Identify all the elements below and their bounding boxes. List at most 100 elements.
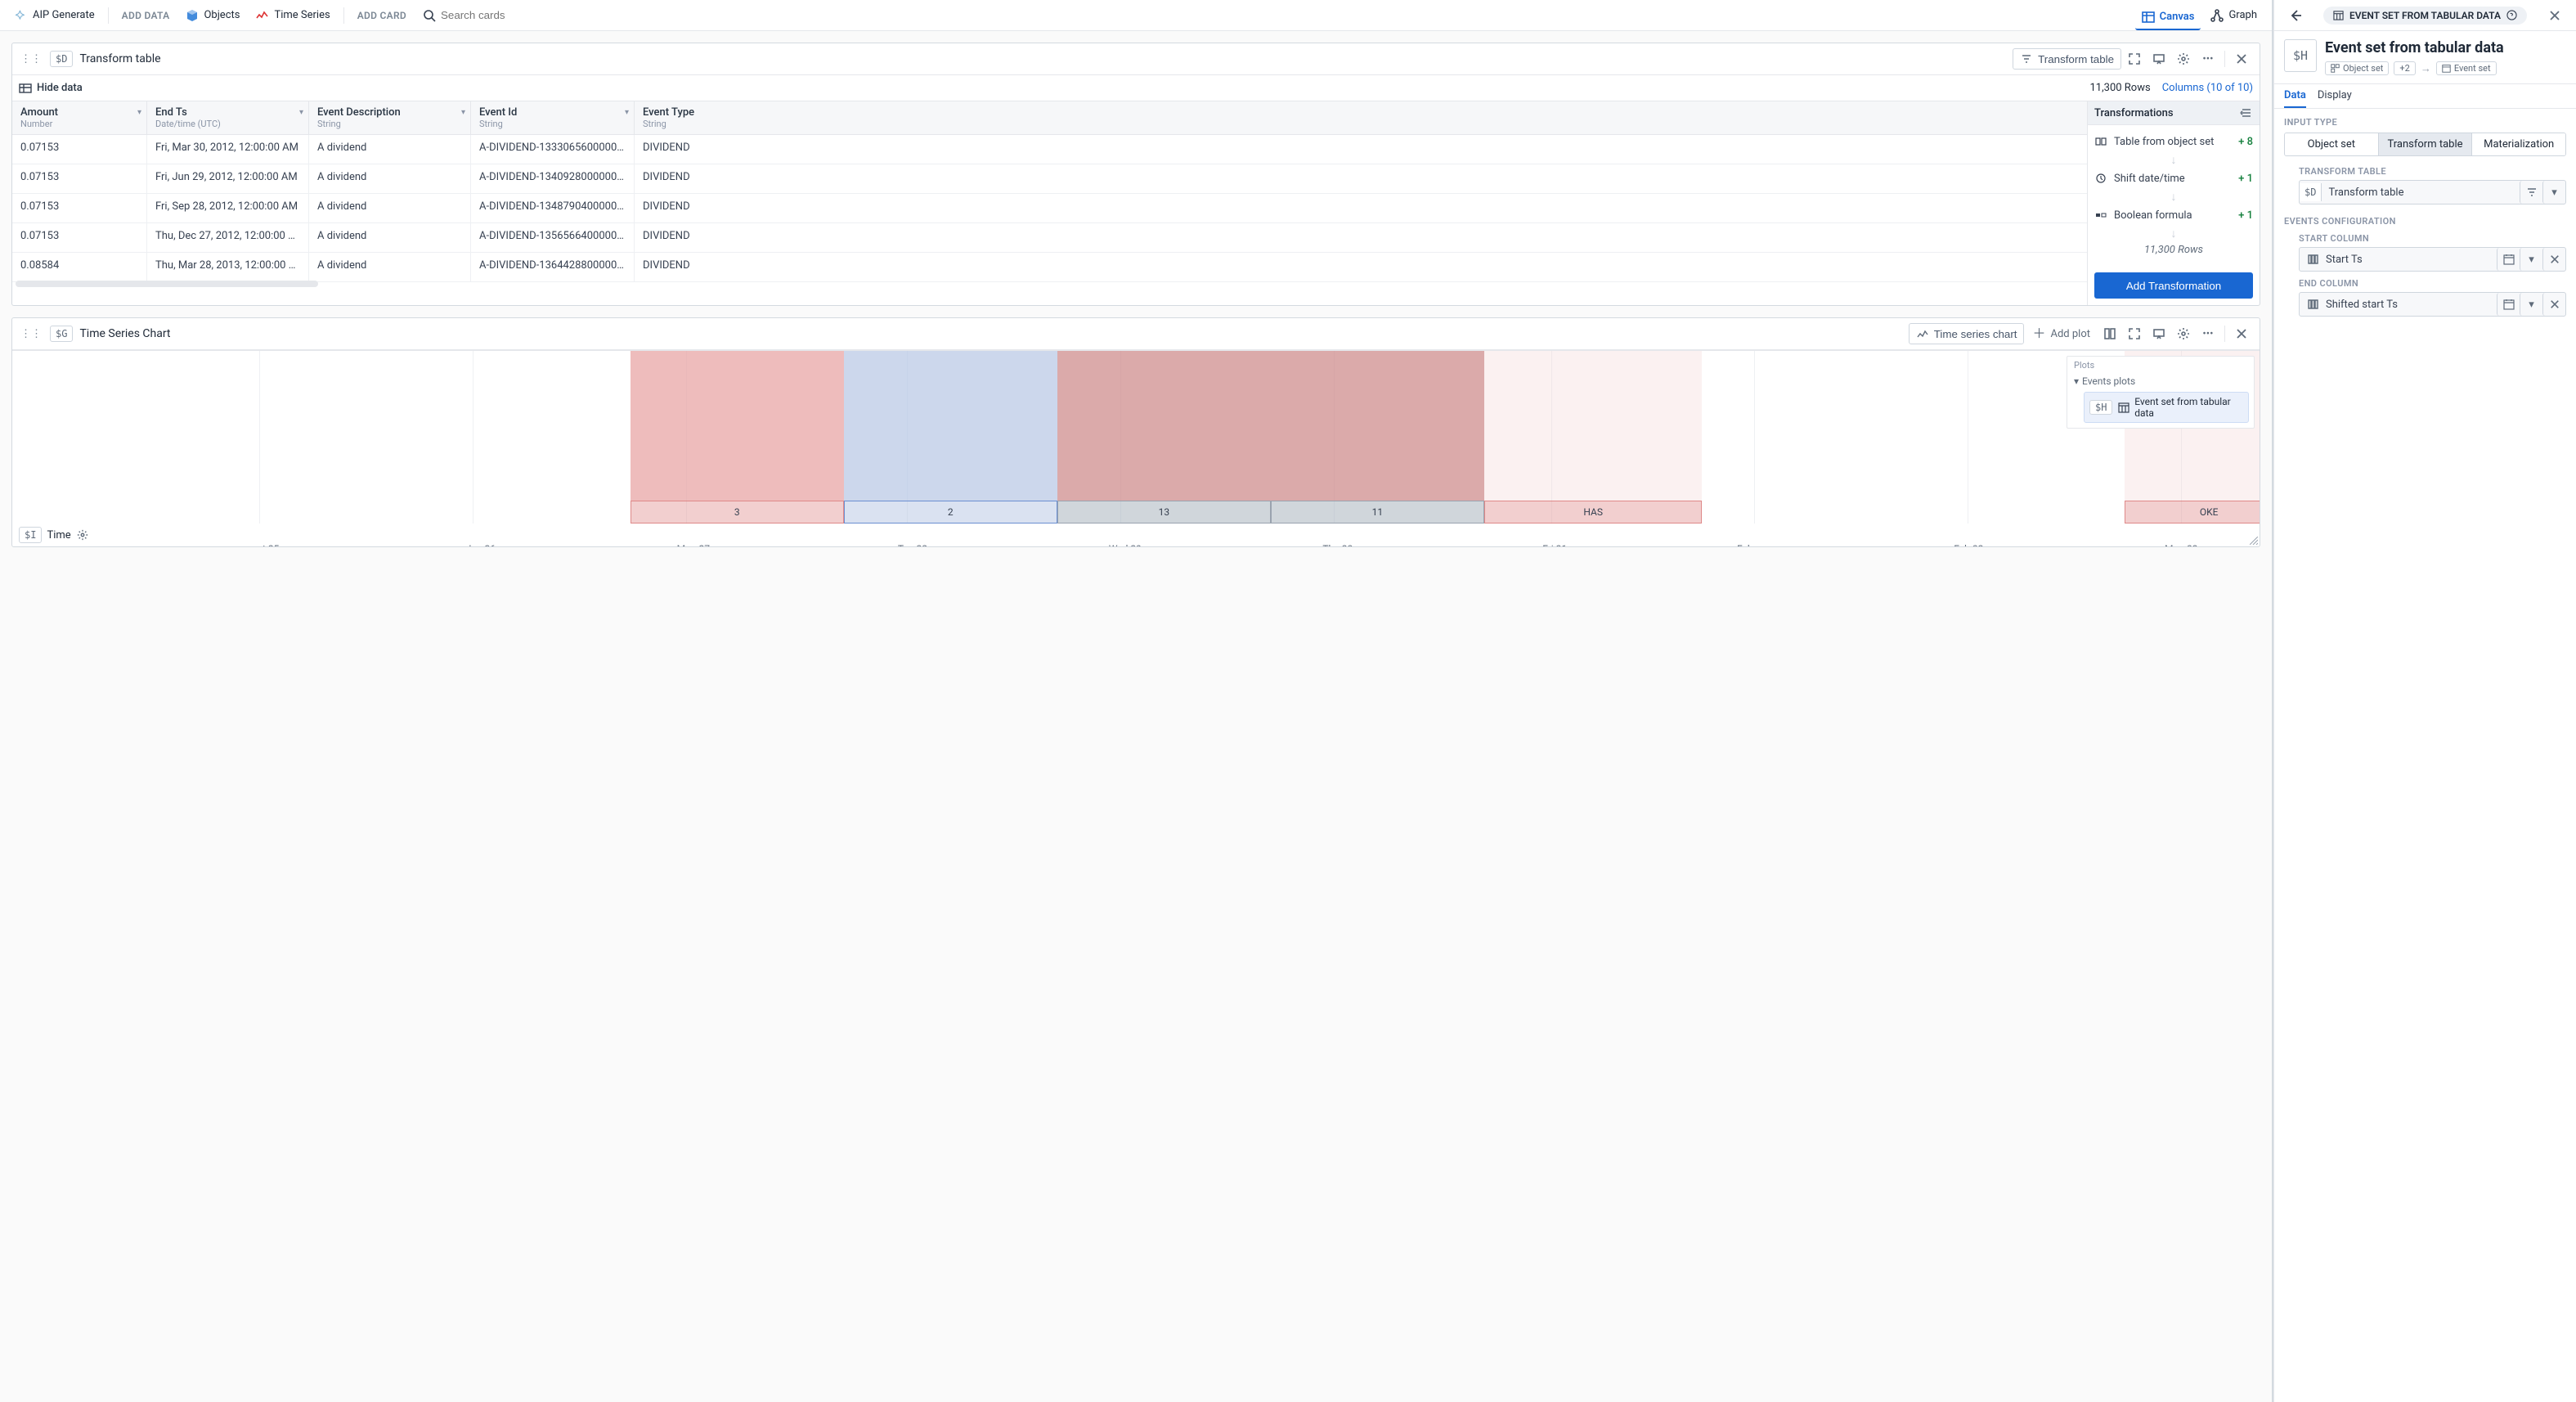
add-plot-button[interactable]: ＋ Add plot (2026, 323, 2097, 344)
time-series-button[interactable]: Time Series (249, 6, 336, 25)
more-button[interactable]: ••• (2197, 48, 2219, 70)
close-panel-button[interactable] (2543, 5, 2566, 26)
calendar-icon[interactable] (2497, 293, 2520, 316)
back-button[interactable] (2284, 5, 2307, 26)
chart-plot[interactable]: 321311HASOKE $I Time at 25Jan 26Mon 27Tu… (12, 351, 2260, 546)
columns-link[interactable]: Columns (10 of 10) (2162, 82, 2253, 94)
chevron-down-icon[interactable]: ▾ (137, 108, 141, 117)
transformation-item[interactable]: Boolean formula+ 1 (2094, 204, 2253, 227)
expand-button[interactable] (2123, 48, 2146, 70)
breadcrumb-pill[interactable]: EVENT SET FROM TABULAR DATA (2323, 7, 2527, 25)
column-header[interactable]: Amount Number ▾ (12, 101, 147, 134)
chip-plus[interactable]: +2 (2394, 61, 2415, 75)
event-block[interactable]: HAS (1484, 501, 1703, 524)
event-block[interactable]: 3 (631, 501, 844, 524)
chevron-down-icon[interactable]: ▾ (2520, 293, 2542, 316)
transform-button-label: Transform table (2038, 53, 2114, 65)
transformation-item[interactable]: Shift date/time+ 1 (2094, 167, 2253, 190)
table-row[interactable]: 0.07153Fri, Mar 30, 2012, 12:00:00 AMA d… (12, 135, 2087, 164)
plots-title: Plots (2067, 357, 2254, 374)
horizontal-scrollbar[interactable] (16, 281, 318, 287)
more-button[interactable]: ••• (2197, 323, 2219, 344)
resize-handle-icon[interactable] (2250, 537, 2258, 545)
gridline (1754, 351, 1755, 524)
present-button[interactable] (2147, 323, 2170, 344)
event-block[interactable]: 2 (844, 501, 1057, 524)
column-header[interactable]: Event Type String (635, 101, 712, 134)
calendar-icon[interactable] (2497, 248, 2520, 271)
event-block[interactable]: 13 (1057, 501, 1271, 524)
separator (2224, 326, 2225, 342)
transform-table-button[interactable]: Transform table (2013, 48, 2121, 70)
chip-event-set[interactable]: Event set (2436, 61, 2497, 75)
axis-label: Tue 28 (898, 543, 927, 546)
gear-icon[interactable] (76, 528, 89, 541)
table-cell: A dividend (309, 223, 471, 252)
chevron-down-icon[interactable]: ▾ (299, 108, 303, 117)
axis-label: Mon 27 (677, 543, 710, 546)
events-plots-group[interactable]: ▾ Events plots (2067, 374, 2254, 389)
close-icon[interactable] (2542, 293, 2565, 316)
aip-generate-button[interactable]: AIP Generate (8, 6, 101, 25)
time-series-chart-button[interactable]: Time series chart (1909, 323, 2025, 344)
table-row[interactable]: 0.08584Thu, Mar 28, 2013, 12:00:00 AMA d… (12, 253, 2087, 282)
event-block[interactable]: 11 (1271, 501, 1484, 524)
seg-object-set[interactable]: Object set (2285, 133, 2378, 155)
canvas-area: ⋮⋮ $D Transform table Transform table (0, 31, 2272, 1402)
plot-item-label: Event set from tabular data (2134, 396, 2243, 419)
help-icon[interactable] (2506, 9, 2519, 22)
ai-sparkle-icon (15, 9, 28, 22)
present-button[interactable] (2147, 48, 2170, 70)
chevron-down-icon[interactable]: ▾ (625, 108, 629, 117)
panel-toggle-icon[interactable] (2240, 106, 2253, 119)
expand-button[interactable] (2123, 323, 2146, 344)
data-table: Amount Number ▾ End Ts Date/time (UTC) ▾… (12, 101, 2088, 305)
drag-handle-icon[interactable]: ⋮⋮ (19, 328, 43, 340)
tab-display[interactable]: Display (2318, 89, 2352, 108)
transformation-item[interactable]: Table from object set+ 8 (2094, 130, 2253, 153)
table-cell: 0.07153 (12, 164, 147, 193)
settings-button[interactable] (2172, 48, 2195, 70)
add-plot-label: Add plot (2051, 328, 2091, 340)
layout-button[interactable] (2098, 323, 2121, 344)
table-row[interactable]: 0.07153Fri, Sep 28, 2012, 12:00:00 AMA d… (12, 194, 2087, 223)
column-header[interactable]: End Ts Date/time (UTC) ▾ (147, 101, 309, 134)
canvas-tab[interactable]: Canvas (2135, 7, 2201, 30)
close-icon[interactable] (2542, 248, 2565, 271)
table-row[interactable]: 0.07153Fri, Jun 29, 2012, 12:00:00 AMA d… (12, 164, 2087, 194)
table-row[interactable]: 0.07153Thu, Dec 27, 2012, 12:00:00 AMA d… (12, 223, 2087, 253)
seg-transform-table[interactable]: Transform table (2378, 133, 2472, 155)
hide-data-button[interactable]: Hide data (37, 82, 83, 94)
search-input[interactable] (441, 9, 539, 21)
end-column-field[interactable]: Shifted start Ts (2326, 299, 2398, 311)
panel-title: Event set from tabular data (2325, 39, 2504, 56)
table-cell: A dividend (309, 135, 471, 164)
settings-button[interactable] (2172, 323, 2195, 344)
objects-button[interactable]: Objects (179, 6, 246, 25)
drag-handle-icon[interactable]: ⋮⋮ (19, 53, 43, 65)
arrow-down-icon: ↓ (2094, 153, 2253, 167)
chevron-down-icon[interactable]: ▾ (461, 108, 465, 117)
add-transformation-button[interactable]: Add Transformation (2094, 272, 2253, 299)
close-button[interactable] (2230, 323, 2253, 344)
transform-table-field[interactable]: Transform table (2322, 182, 2520, 203)
plot-item[interactable]: $H Event set from tabular data (2084, 392, 2249, 423)
transform-icon[interactable] (2520, 181, 2542, 204)
column-header[interactable]: Event Id String ▾ (471, 101, 635, 134)
chevron-down-icon[interactable]: ▾ (2520, 248, 2542, 271)
chevron-down-icon[interactable]: ▾ (2542, 181, 2565, 204)
chip-object-set[interactable]: Object set (2325, 61, 2389, 75)
close-button[interactable] (2230, 48, 2253, 70)
seg-materialization[interactable]: Materialization (2471, 133, 2565, 155)
graph-tab[interactable]: Graph (2204, 6, 2264, 25)
tab-data[interactable]: Data (2284, 89, 2306, 108)
transformations-summary: 11,300 Rows (2094, 240, 2253, 264)
graph-label: Graph (2228, 9, 2257, 21)
event-block[interactable]: OKE (2125, 501, 2260, 524)
column-header[interactable]: Event Description String ▾ (309, 101, 471, 134)
search-cards[interactable] (416, 6, 545, 25)
top-toolbar: AIP Generate ADD DATA Objects Time Serie… (0, 0, 2272, 31)
start-column-field[interactable]: Start Ts (2326, 254, 2363, 266)
table-cell: Thu, Mar 28, 2013, 12:00:00 AM (147, 253, 309, 281)
calendar-table-icon (2117, 401, 2129, 414)
